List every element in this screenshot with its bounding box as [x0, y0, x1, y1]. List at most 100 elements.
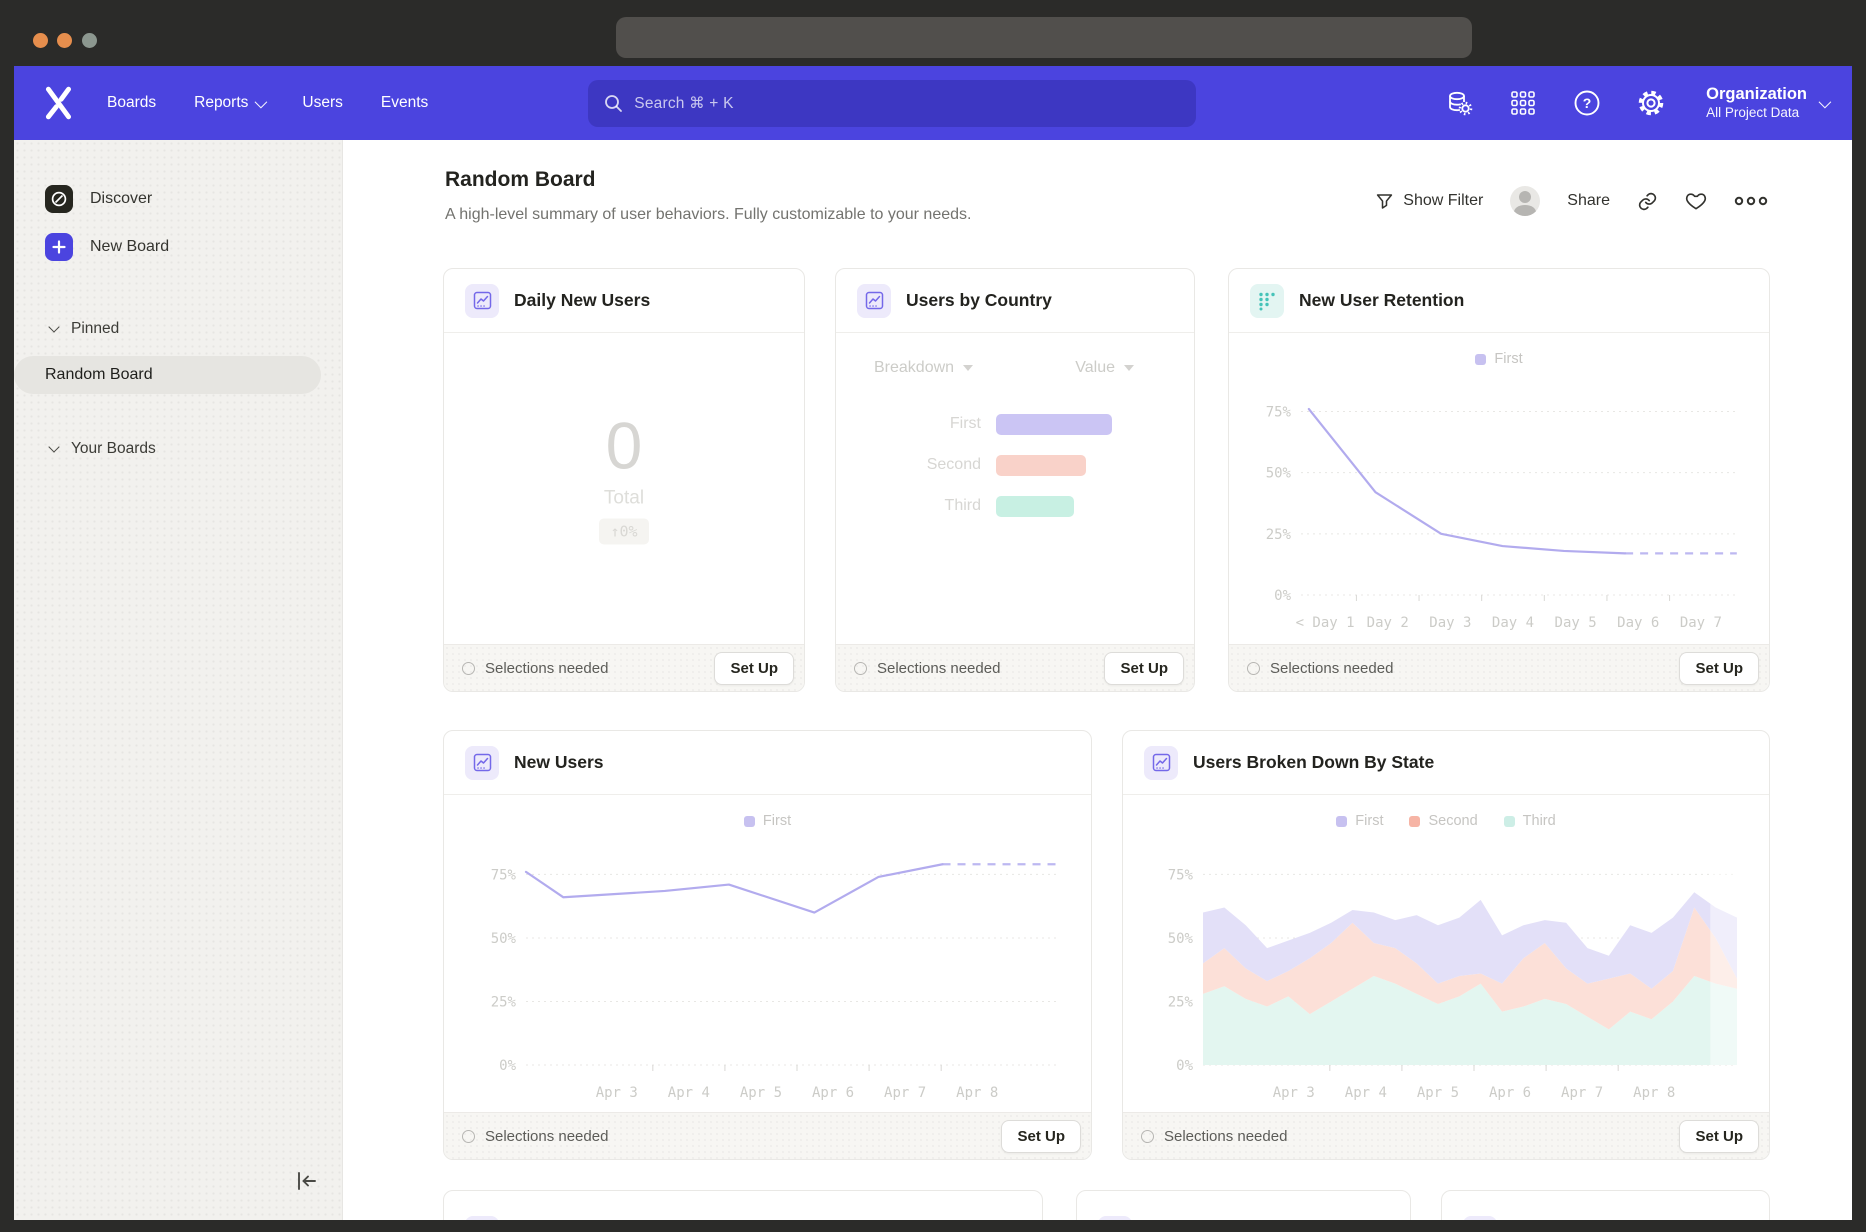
- set-up-button[interactable]: Set Up: [1104, 652, 1184, 685]
- card-body: 0 Total ↑0%: [444, 333, 804, 644]
- status-text: Selections needed: [1141, 1128, 1287, 1145]
- funnel-icon: [1375, 192, 1394, 211]
- legend-item[interactable]: First: [744, 813, 791, 829]
- svg-text:Apr 5: Apr 5: [1417, 1085, 1459, 1101]
- svg-text:< Day 1: < Day 1: [1296, 615, 1355, 631]
- traffic-light-close[interactable]: [33, 33, 48, 48]
- sidebar-section-pinned[interactable]: Pinned: [50, 316, 342, 342]
- show-filter-button[interactable]: Show Filter: [1375, 192, 1483, 211]
- set-up-button[interactable]: Set Up: [1001, 1120, 1081, 1153]
- metric-label: Total: [604, 487, 644, 509]
- breakdown-dropdown[interactable]: Breakdown: [874, 359, 973, 377]
- svg-text:50%: 50%: [1168, 931, 1194, 947]
- board-main: Random Board A high-level summary of use…: [343, 140, 1852, 1220]
- legend-item[interactable]: First: [1475, 351, 1522, 367]
- board-controls: Show Filter Share: [1375, 186, 1768, 216]
- value-dropdown[interactable]: Value: [1075, 359, 1134, 377]
- help-icon[interactable]: ?: [1572, 88, 1602, 118]
- status-text: Selections needed: [1247, 660, 1393, 677]
- line-chart-icon: [465, 284, 499, 318]
- chevron-down-icon: [1819, 95, 1832, 108]
- legend-item[interactable]: First: [1336, 813, 1383, 829]
- window-frame: [0, 0, 14, 1232]
- nav-menu: Boards Reports Users Events: [107, 94, 428, 112]
- page-title: Random Board: [445, 168, 596, 192]
- sidebar-item-discover[interactable]: Discover: [45, 182, 342, 216]
- legend-swatch-icon: [1504, 816, 1515, 827]
- set-up-button[interactable]: Set Up: [714, 652, 794, 685]
- svg-text:Apr 6: Apr 6: [812, 1085, 854, 1101]
- favorite-button[interactable]: [1685, 191, 1707, 211]
- chevron-down-icon: [48, 441, 59, 452]
- sidebar-item-random-board[interactable]: Random Board: [14, 356, 321, 394]
- svg-text:Apr 3: Apr 3: [596, 1085, 638, 1101]
- svg-text:Apr 8: Apr 8: [956, 1085, 998, 1101]
- card-title: Users Broken Down By State: [1193, 752, 1434, 773]
- nav-item-reports[interactable]: Reports: [194, 94, 264, 112]
- sidebar-collapse-button[interactable]: [290, 1166, 324, 1196]
- sidebar-item-new-board[interactable]: New Board: [45, 230, 342, 264]
- set-up-button[interactable]: Set Up: [1679, 1120, 1759, 1153]
- window-frame: [0, 1220, 1866, 1232]
- plus-icon: [45, 233, 73, 261]
- legend-swatch-icon: [1336, 816, 1347, 827]
- search-input[interactable]: Search ⌘ + K: [588, 80, 1196, 127]
- svg-text:75%: 75%: [1266, 404, 1292, 420]
- nav-item-users[interactable]: Users: [302, 94, 342, 112]
- nav-item-label: Reports: [194, 94, 248, 112]
- share-button[interactable]: Share: [1567, 192, 1610, 210]
- svg-text:75%: 75%: [1168, 867, 1194, 883]
- svg-text:Day 6: Day 6: [1617, 615, 1659, 631]
- status-ring-icon: [1247, 662, 1260, 675]
- card-body: First 75%50%25%0%< Day 1Day 2Day 3Day 4D…: [1229, 333, 1769, 644]
- line-chart-icon: [1144, 746, 1178, 780]
- sidebar-section-your-boards[interactable]: Your Boards: [50, 436, 342, 462]
- svg-text:50%: 50%: [1266, 466, 1292, 482]
- org-switcher[interactable]: Organization All Project Data: [1706, 84, 1828, 122]
- bar-row: First: [836, 413, 1194, 435]
- legend-swatch-icon: [1475, 354, 1486, 365]
- mixpanel-logo-icon[interactable]: [45, 86, 73, 120]
- status-ring-icon: [462, 1130, 475, 1143]
- bar-row: Third: [836, 495, 1194, 517]
- card-title: Users by Country: [906, 290, 1052, 311]
- browser-url-bar[interactable]: [616, 17, 1472, 58]
- page-subtitle: A high-level summary of user behaviors. …: [445, 206, 971, 224]
- nav-item-label: Users: [302, 94, 342, 112]
- legend-item[interactable]: Second: [1409, 813, 1477, 829]
- svg-text:Apr 8: Apr 8: [1633, 1085, 1675, 1101]
- apps-grid-icon[interactable]: [1508, 88, 1538, 118]
- svg-text:Apr 6: Apr 6: [1489, 1085, 1531, 1101]
- chevron-down-icon: [963, 365, 973, 371]
- retention-line-chart: 75%50%25%0%< Day 1Day 2Day 3Day 4Day 5Da…: [1243, 377, 1751, 635]
- svg-text:Day 3: Day 3: [1429, 615, 1471, 631]
- nav-item-events[interactable]: Events: [381, 94, 428, 112]
- bar-label: Third: [836, 497, 996, 515]
- avatar[interactable]: [1510, 186, 1540, 216]
- traffic-light-minimize[interactable]: [57, 33, 72, 48]
- data-management-icon[interactable]: [1444, 88, 1474, 118]
- legend-item[interactable]: Third: [1504, 813, 1556, 829]
- heart-icon: [1685, 191, 1707, 211]
- settings-gear-icon[interactable]: [1636, 88, 1666, 118]
- svg-text:75%: 75%: [491, 867, 517, 883]
- share-label: Share: [1567, 192, 1610, 210]
- svg-text:Day 4: Day 4: [1492, 615, 1534, 631]
- bar-row: Second: [836, 454, 1194, 476]
- more-options-button[interactable]: [1734, 195, 1768, 207]
- set-up-button[interactable]: Set Up: [1679, 652, 1759, 685]
- svg-text:25%: 25%: [1168, 994, 1194, 1010]
- ellipsis-icon: [1734, 195, 1768, 207]
- svg-text:Day 5: Day 5: [1555, 615, 1597, 631]
- svg-text:50%: 50%: [491, 931, 517, 947]
- status-ring-icon: [1141, 1130, 1154, 1143]
- svg-text:?: ?: [1583, 95, 1592, 111]
- copy-link-button[interactable]: [1637, 191, 1658, 212]
- nav-item-boards[interactable]: Boards: [107, 94, 156, 112]
- nav-item-label: Boards: [107, 94, 156, 112]
- browser-titlebar: [0, 0, 1866, 66]
- svg-text:Apr 4: Apr 4: [668, 1085, 710, 1101]
- bar-third: [996, 496, 1074, 517]
- svg-text:25%: 25%: [491, 994, 517, 1010]
- traffic-light-zoom[interactable]: [82, 33, 97, 48]
